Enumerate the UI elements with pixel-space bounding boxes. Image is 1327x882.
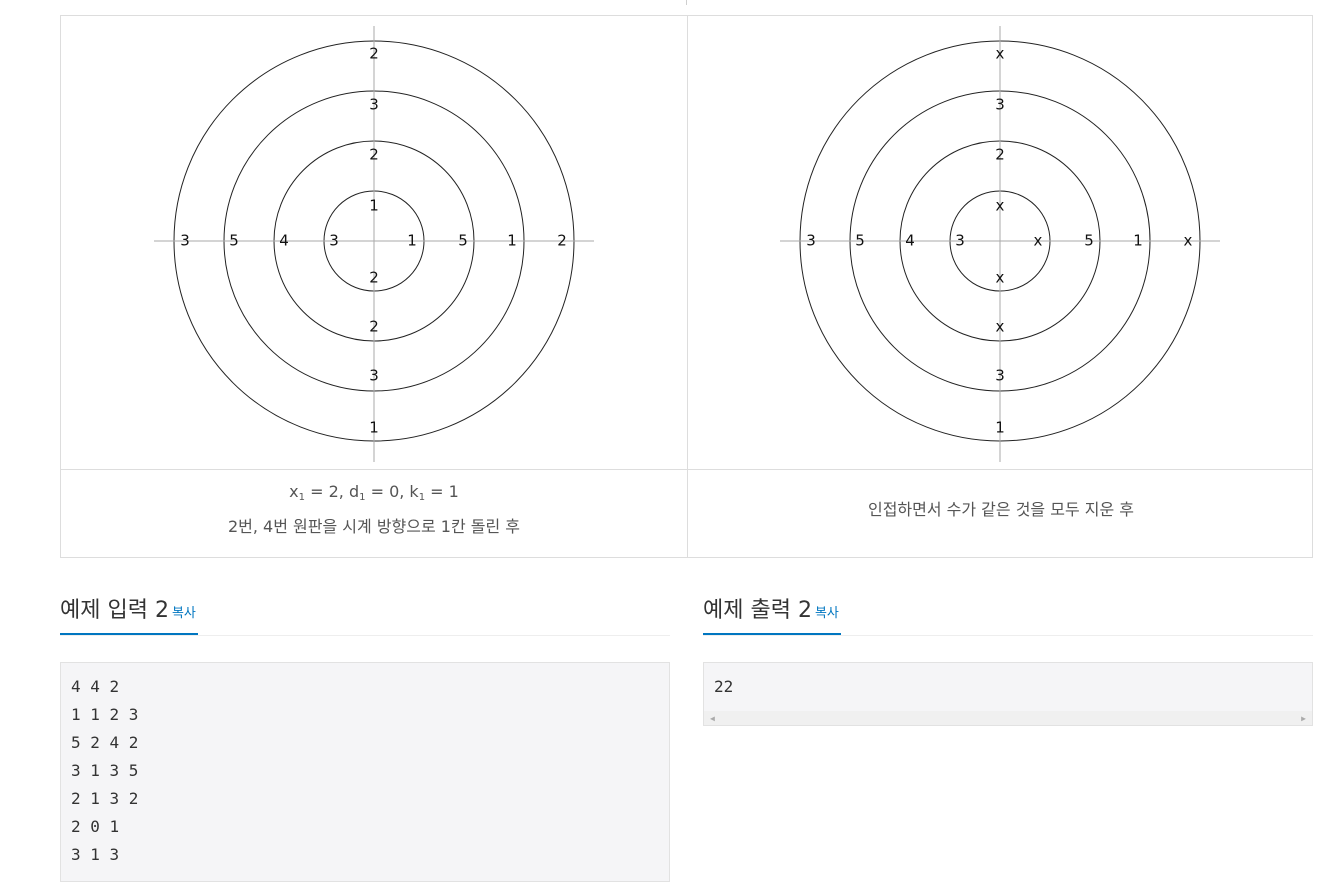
disk-number-left-2: 5: [229, 232, 239, 250]
sample-output-title: 예제 출력 2 복사: [703, 592, 841, 635]
disk-svg: x 3 2 x x x 3 1 3 5 4 3 x 5 1 x: [780, 26, 1220, 462]
disk-number-left-3: 4: [905, 232, 915, 250]
disk-number-right-3: 1: [1133, 232, 1143, 250]
scroll-left-icon[interactable]: ◀: [710, 714, 715, 723]
disk-number-bottom-4: 1: [995, 419, 1005, 437]
disk-number-top-4: x: [996, 197, 1005, 215]
code-line: 4 4 2: [71, 677, 120, 696]
disk-number-right-3: 1: [507, 232, 517, 250]
code-line: 1 1 2 3: [71, 705, 139, 724]
horizontal-scrollbar[interactable]: ◀ ▶: [704, 711, 1312, 725]
disk-number-right-1: 1: [407, 232, 417, 250]
sample-input-title: 예제 입력 2 복사: [60, 592, 198, 635]
caption-left: x1 = 2, d1 = 0, k1 = 1 2번, 4번 원판을 시계 방향으…: [61, 470, 687, 558]
sample-output-copy-button[interactable]: 복사: [815, 606, 839, 621]
disk-number-top-3: 2: [369, 146, 379, 164]
disk-diagram-right: x 3 2 x x x 3 1 3 5 4 3 x 5 1 x: [780, 26, 1220, 466]
disk-number-left-4: 3: [329, 232, 339, 250]
disk-number-top-1: 2: [369, 45, 379, 63]
disk-number-top-2: 3: [995, 96, 1005, 114]
disk-number-top-3: 2: [995, 146, 1005, 164]
disk-number-left-1: 3: [180, 232, 190, 250]
disk-number-left-2: 5: [855, 232, 865, 250]
sample-output-header: 예제 출력 2 복사: [703, 592, 1313, 636]
disk-number-bottom-2: x: [996, 318, 1005, 336]
disk-number-left-3: 4: [279, 232, 289, 250]
sample-input-box[interactable]: 4 4 2 1 1 2 3 5 2 4 2 3 1 3 5 2 1 3 2 2 0 1 3 …: [60, 662, 670, 882]
code-line: 3 1 3 5: [71, 761, 139, 780]
disk-number-right-2: 5: [1084, 232, 1094, 250]
disk-number-right-1: x: [1034, 232, 1043, 250]
disk-number-left-4: 3: [955, 232, 965, 250]
caption-left-description: 2번, 4번 원판을 시계 방향으로 1칸 돌린 후: [227, 517, 521, 536]
disk-number-top-1: x: [996, 45, 1005, 63]
sample-input-copy-button[interactable]: 복사: [172, 606, 196, 621]
disk-diagram-left: 2 3 2 1 2 2 3 1 3 5 4 3 1 5 1 2: [154, 26, 594, 466]
disk-number-bottom-3: 3: [995, 367, 1005, 385]
code-line: 3 1 3: [71, 845, 120, 864]
figure-table: 2 3 2 1 2 2 3 1 3 5 4 3 1 5 1 2 x 3 2 x x x 3 1 3 5 4 3 x 5 1 x x1 = 2…: [60, 15, 1313, 558]
disk-number-right-4: 2: [557, 232, 567, 250]
disk-number-top-2: 3: [369, 96, 379, 114]
caption-right: 인접하면서 수가 같은 것을 모두 지운 후: [688, 470, 1314, 558]
caption-left-params: x1 = 2, d1 = 0, k1 = 1: [289, 482, 459, 503]
disk-number-right-4: x: [1184, 232, 1193, 250]
disk-number-top-4: 1: [369, 197, 379, 215]
code-line: 5 2 4 2: [71, 733, 139, 752]
disk-number-bottom-1: 2: [369, 269, 379, 287]
disk-number-bottom-4: 1: [369, 419, 379, 437]
sample-input-header: 예제 입력 2 복사: [60, 592, 670, 636]
disk-number-bottom-1: x: [996, 269, 1005, 287]
code-line: 2 1 3 2: [71, 789, 139, 808]
disk-svg: 2 3 2 1 2 2 3 1 3 5 4 3 1 5 1 2: [154, 26, 594, 462]
caption-right-description: 인접하면서 수가 같은 것을 모두 지운 후: [867, 500, 1135, 519]
sample-output-box[interactable]: 22 ◀ ▶: [703, 662, 1313, 726]
scroll-right-icon[interactable]: ▶: [1301, 714, 1306, 723]
disk-number-bottom-2: 2: [369, 318, 379, 336]
top-divider: [686, 0, 687, 5]
disk-number-left-1: 3: [806, 232, 816, 250]
code-line: 22: [714, 677, 734, 696]
disk-number-bottom-3: 3: [369, 367, 379, 385]
disk-number-right-2: 5: [458, 232, 468, 250]
code-line: 2 0 1: [71, 817, 120, 836]
